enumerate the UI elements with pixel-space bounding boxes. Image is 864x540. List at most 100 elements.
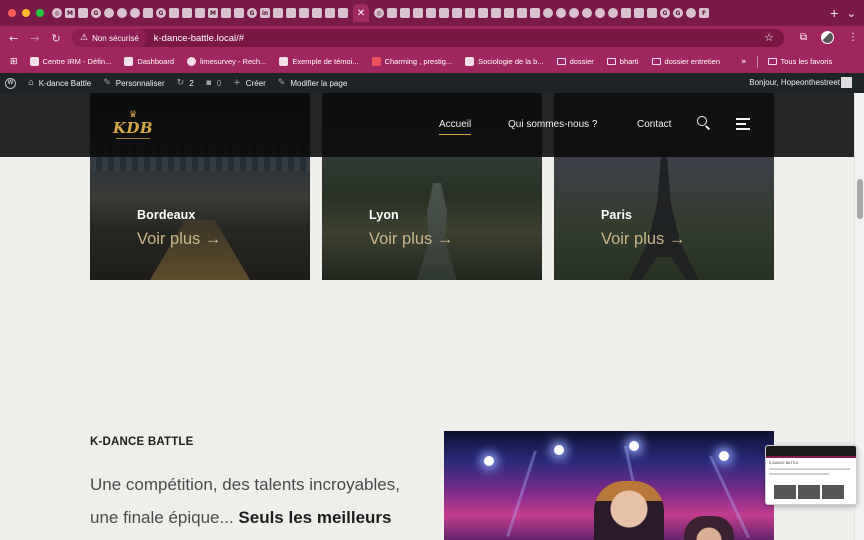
tab-favicon[interactable] [569, 8, 579, 18]
page-preview-thumbnail[interactable]: K-DANCE BATTLE [765, 445, 857, 505]
bookmark-item[interactable]: Charming , prestig... [371, 57, 452, 66]
tab-favicon[interactable]: M [208, 8, 218, 18]
tab-favicon[interactable]: F [699, 8, 709, 18]
more-bookmarks-button[interactable]: » [741, 57, 747, 67]
tab-favicon[interactable] [543, 8, 553, 18]
bookmark-item[interactable]: Exemple de témoi... [279, 57, 359, 66]
minimize-window-button[interactable] [22, 9, 30, 17]
nav-link-about[interactable]: Qui sommes-nous ? [508, 119, 597, 130]
search-icon[interactable] [696, 115, 712, 131]
tab-favicon[interactable] [130, 8, 140, 18]
reload-icon[interactable]: ↻ [51, 32, 60, 45]
address-bar[interactable]: ⚠ Non sécurisé k-dance-battle.local/# ☆ [72, 29, 784, 47]
tab-favicon[interactable] [312, 8, 322, 18]
wp-site-name[interactable]: ⌂ K-dance Battle [28, 78, 91, 88]
tab-favicon[interactable] [634, 8, 644, 18]
extensions-icon[interactable]: ⧉ [800, 32, 807, 43]
tab-favicon[interactable] [273, 8, 283, 18]
tab-favicon[interactable] [182, 8, 192, 18]
see-more-link[interactable]: Voir plus → [369, 230, 453, 249]
tab-favicon[interactable] [400, 8, 410, 18]
tab-favicon[interactable] [234, 8, 244, 18]
see-more-link[interactable]: Voir plus → [601, 230, 685, 249]
forward-arrow-icon[interactable]: → [30, 32, 39, 45]
tab-favicon[interactable] [504, 8, 514, 18]
close-window-button[interactable] [8, 9, 16, 17]
wp-edit-page[interactable]: ✎ Modifier la page [278, 78, 347, 88]
chevron-down-icon[interactable]: ⌄ [847, 7, 856, 20]
back-arrow-icon[interactable]: ← [9, 32, 18, 45]
tab-favicon[interactable]: G [156, 8, 166, 18]
tab-favicon[interactable] [426, 8, 436, 18]
tab-favicon[interactable] [104, 8, 114, 18]
bookmark-folder[interactable]: dossier entretien [651, 57, 720, 66]
scrollbar-thumb[interactable] [857, 179, 863, 219]
tab-favicon[interactable] [595, 8, 605, 18]
tab-favicon[interactable]: in [260, 8, 270, 18]
tab-favicon[interactable] [621, 8, 631, 18]
zoom-window-button[interactable] [36, 9, 44, 17]
tab-favicon[interactable] [465, 8, 475, 18]
bookmark-folder[interactable]: dossier [556, 57, 594, 66]
bookmark-item[interactable]: limesurvey - Rech... [187, 57, 266, 66]
tab-favicon[interactable] [117, 8, 127, 18]
wp-comments[interactable]: ▪ 0 [206, 78, 222, 88]
browser-menu-icon[interactable]: ⋮ [848, 32, 858, 43]
tab-favicon[interactable]: G [247, 8, 257, 18]
tab-favicon[interactable] [413, 8, 423, 18]
tab-favicon[interactable] [556, 8, 566, 18]
tab-favicon[interactable]: ◎ [374, 8, 384, 18]
tab-favicon[interactable]: G [673, 8, 683, 18]
tab-favicon[interactable] [452, 8, 462, 18]
new-tab-icon[interactable]: + [830, 7, 839, 20]
wp-new-content[interactable]: + Créer [233, 78, 266, 88]
tab-favicon[interactable] [299, 8, 309, 18]
tab-favicon[interactable] [608, 8, 618, 18]
browser-toolbar: ← → ↻ ⚠ Non sécurisé k-dance-battle.loca… [0, 26, 864, 50]
tab-favicon[interactable] [143, 8, 153, 18]
tab-favicon[interactable] [530, 8, 540, 18]
active-tab[interactable]: ✕ [353, 4, 369, 22]
tab-favicon[interactable] [647, 8, 657, 18]
tab-favicon[interactable]: G [660, 8, 670, 18]
wp-user-avatar[interactable] [841, 77, 852, 88]
bookmark-item[interactable]: Dashboard [124, 57, 174, 66]
tab-favicon[interactable] [78, 8, 88, 18]
wp-updates[interactable]: ↻ 2 [177, 78, 194, 88]
browser-tab-strip: ◎ M G G M G in ✕ ◎ G G F + ⌄ [0, 0, 864, 26]
wp-customize[interactable]: ✎ Personnaliser [103, 78, 164, 88]
tab-favicon[interactable] [286, 8, 296, 18]
tab-favicon[interactable] [169, 8, 179, 18]
tab-favicon[interactable] [338, 8, 348, 18]
tab-favicon[interactable]: M [65, 8, 75, 18]
pencil-icon: ✎ [277, 78, 286, 88]
hamburger-menu-icon[interactable] [736, 118, 750, 130]
security-indicator[interactable]: ⚠ Non sécurisé [72, 29, 147, 47]
bookmark-folder[interactable]: bharti [606, 57, 639, 66]
nav-link-contact[interactable]: Contact [637, 119, 671, 130]
apps-grid-icon[interactable]: ⊞ [10, 57, 18, 67]
tab-favicon[interactable] [491, 8, 501, 18]
tab-favicon[interactable] [325, 8, 335, 18]
tab-favicon[interactable] [221, 8, 231, 18]
tab-favicon[interactable]: ◎ [52, 8, 62, 18]
profile-avatar[interactable] [821, 31, 834, 44]
tab-favicon[interactable] [387, 8, 397, 18]
wp-account-greeting[interactable]: Bonjour, Hopeonthestreet [749, 78, 840, 87]
close-tab-icon[interactable]: ✕ [357, 8, 365, 19]
see-more-link[interactable]: Voir plus → [137, 230, 221, 249]
tab-favicon[interactable] [582, 8, 592, 18]
bookmark-item[interactable]: Sociologie de la b... [465, 57, 544, 66]
tab-favicon[interactable] [478, 8, 488, 18]
tab-favicon[interactable] [195, 8, 205, 18]
nav-link-home[interactable]: Accueil [439, 119, 472, 135]
bookmark-star-icon[interactable]: ☆ [764, 31, 774, 44]
all-bookmarks-folder[interactable]: Tous les favoris [767, 57, 832, 66]
tab-favicon[interactable]: G [91, 8, 101, 18]
tab-favicon[interactable] [517, 8, 527, 18]
wordpress-logo-icon[interactable]: W [5, 77, 16, 89]
tab-favicon[interactable] [439, 8, 449, 18]
bookmark-item[interactable]: Centre IRM - Défin... [29, 57, 111, 66]
tab-favicon[interactable] [686, 8, 696, 18]
url-text[interactable]: k-dance-battle.local/# [154, 33, 244, 44]
